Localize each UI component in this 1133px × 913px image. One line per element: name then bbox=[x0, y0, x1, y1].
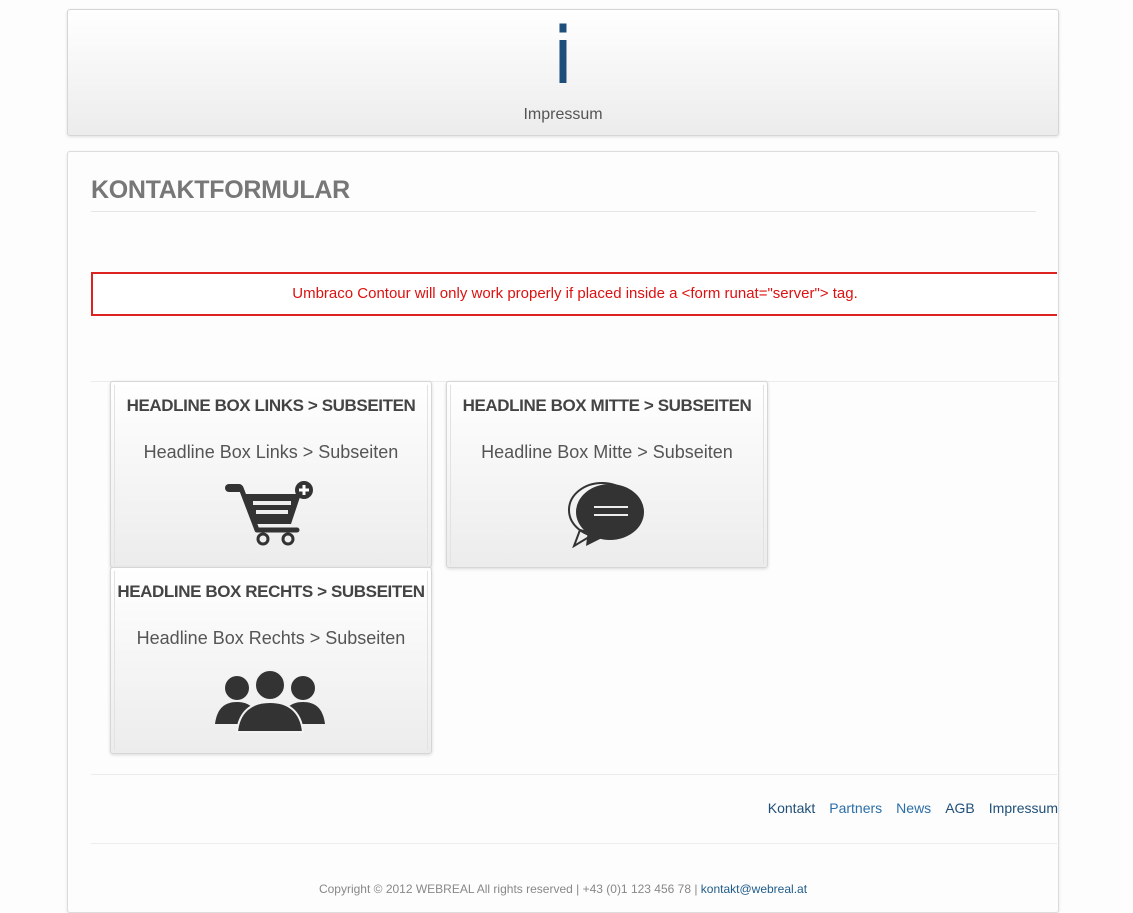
footer-nav: Kontakt Partners News AGB Impressum bbox=[768, 800, 1058, 816]
box-mitte[interactable]: HEADLINE BOX MITTE > SUBSEITEN Headline … bbox=[446, 381, 768, 568]
footer-link-kontakt[interactable]: Kontakt bbox=[768, 800, 815, 816]
box-headline: HEADLINE BOX RECHTS > SUBSEITEN bbox=[117, 582, 425, 601]
main-content: KONTAKTFORMULAR Umbraco Contour will onl… bbox=[67, 151, 1059, 913]
box-links[interactable]: HEADLINE BOX LINKS > SUBSEITEN Headline … bbox=[110, 381, 432, 568]
box-headline: HEADLINE BOX MITTE > SUBSEITEN bbox=[462, 396, 752, 415]
box-subline: Headline Box Mitte > Subseiten bbox=[481, 442, 733, 462]
copyright: Copyright © 2012 WEBREAL All rights rese… bbox=[68, 882, 1058, 896]
footer-link-agb[interactable]: AGB bbox=[945, 800, 975, 816]
info-icon: i bbox=[552, 12, 574, 102]
copyright-divider bbox=[91, 843, 1057, 844]
box-subline: Headline Box Links > Subseiten bbox=[143, 442, 399, 462]
footer-link-partners[interactable]: Partners bbox=[829, 800, 882, 816]
title-divider bbox=[91, 211, 1036, 212]
box-rechts[interactable]: HEADLINE BOX RECHTS > SUBSEITEN Headline… bbox=[110, 567, 432, 754]
error-message: Umbraco Contour will only work properly … bbox=[91, 272, 1057, 316]
footer-divider bbox=[91, 774, 1057, 775]
page-title: KONTAKTFORMULAR bbox=[91, 176, 350, 204]
speech-bubble-icon bbox=[568, 482, 644, 548]
copyright-text: Copyright © 2012 WEBREAL All rights rese… bbox=[318, 882, 701, 896]
footer-link-news[interactable]: News bbox=[896, 800, 931, 816]
box-subline: Headline Box Rechts > Subseiten bbox=[136, 628, 406, 648]
header-box[interactable]: i Impressum bbox=[67, 9, 1059, 136]
shopping-cart-add-icon bbox=[225, 481, 313, 546]
user-group-icon bbox=[215, 669, 325, 733]
box-headline: HEADLINE BOX LINKS > SUBSEITEN bbox=[126, 396, 416, 415]
email-link[interactable]: kontakt@webreal.at bbox=[701, 882, 807, 896]
header-label[interactable]: Impressum bbox=[68, 106, 1058, 124]
footer-link-impressum[interactable]: Impressum bbox=[989, 800, 1058, 816]
